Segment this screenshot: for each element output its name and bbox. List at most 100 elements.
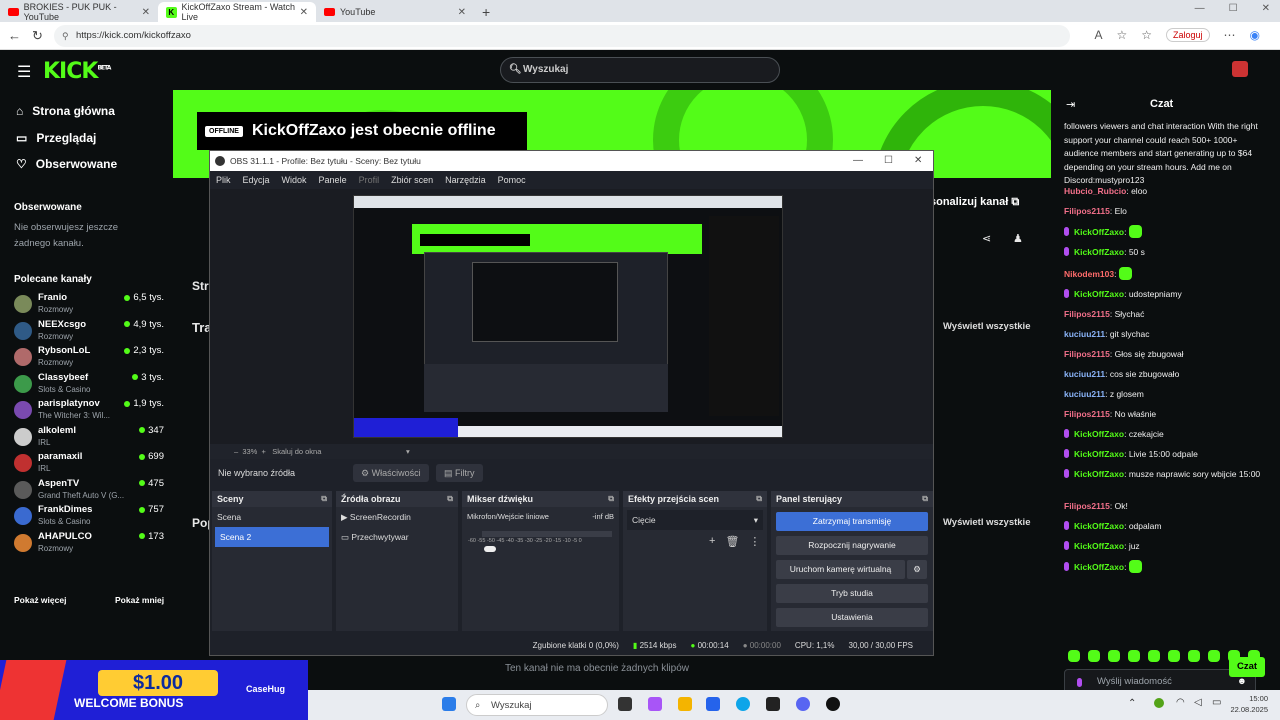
scene-item[interactable]: Scena bbox=[212, 507, 332, 527]
read-aloud-icon[interactable]: A bbox=[1094, 28, 1102, 42]
recommended-channel[interactable]: FrankDimes Slots & Casino 757 bbox=[14, 504, 164, 530]
properties-button[interactable]: ⚙ Właściwości bbox=[353, 464, 429, 482]
minimize-icon[interactable]: — bbox=[853, 151, 863, 171]
nav-following[interactable]: ♡ Obserwowane bbox=[16, 157, 117, 171]
close-tab-icon[interactable]: ✕ bbox=[142, 7, 150, 18]
obs-menu-item[interactable]: Plik bbox=[216, 171, 231, 189]
scene-item-selected[interactable]: Scena 2 bbox=[215, 527, 329, 547]
reload-icon[interactable]: ↻ bbox=[32, 28, 43, 44]
tray-chevron-icon[interactable]: ⌃ bbox=[1128, 698, 1136, 709]
emote-icon[interactable] bbox=[1168, 650, 1180, 662]
chat-username[interactable]: kuciuu211 bbox=[1064, 329, 1105, 339]
volume-slider[interactable] bbox=[484, 546, 496, 552]
source-item[interactable]: ▶ ScreenRecordin bbox=[336, 507, 458, 527]
chat-username[interactable]: KickOffZaxo bbox=[1074, 469, 1124, 479]
share-icon[interactable]: ⋖ bbox=[982, 232, 991, 245]
virtual-camera-settings-icon[interactable]: ⚙ bbox=[907, 560, 927, 579]
obs-menu-item[interactable]: Panele bbox=[319, 171, 347, 189]
browser-tab-youtube[interactable]: YouTube ✕ bbox=[316, 2, 474, 22]
kick-logo[interactable]: KICKBETA bbox=[43, 59, 111, 84]
recommended-channel[interactable]: Classybeef Slots & Casino 3 tys. bbox=[14, 372, 164, 398]
collapse-chat-icon[interactable]: ⇥ bbox=[1066, 98, 1075, 111]
zoom-out-icon[interactable]: – bbox=[234, 447, 238, 456]
user-avatar[interactable] bbox=[1232, 61, 1248, 77]
copilot-icon[interactable] bbox=[648, 697, 662, 711]
terminal-icon[interactable] bbox=[766, 697, 780, 711]
favorites-icon[interactable]: ☆ bbox=[1141, 28, 1152, 42]
chat-username[interactable]: KickOffZaxo bbox=[1074, 247, 1124, 257]
emote-icon[interactable] bbox=[1108, 650, 1120, 662]
task-view-icon[interactable] bbox=[618, 697, 632, 711]
personalize-channel-button[interactable]: sonalizuj kanał ⧉ bbox=[930, 196, 1019, 209]
login-button[interactable]: Zaloguj bbox=[1165, 28, 1210, 42]
recommended-channel[interactable]: Franio Rozmowy 6,5 tys. bbox=[14, 292, 164, 318]
wifi-icon[interactable]: ◠ bbox=[1176, 697, 1185, 708]
favorite-star-icon[interactable]: ☆ bbox=[1116, 28, 1127, 42]
nav-browse[interactable]: ▭ Przeglądaj bbox=[16, 131, 96, 145]
site-info-icon[interactable]: ⚲ bbox=[62, 25, 69, 47]
recommended-channel[interactable]: AspenTV Grand Theft Auto V (G... 475 bbox=[14, 478, 164, 504]
chat-username[interactable]: Filipos2115 bbox=[1064, 409, 1110, 419]
chat-username[interactable]: Filipos2115 bbox=[1064, 309, 1110, 319]
recommended-channel[interactable]: NEEXcsgo Rozmowy 4,9 tys. bbox=[14, 319, 164, 345]
browser-tab-youtube-brokies[interactable]: BROKIES - PUK PUK - YouTube ✕ bbox=[0, 2, 158, 22]
recommended-channel[interactable]: parisplatynov The Witcher 3: Wil... 1,9 … bbox=[14, 398, 164, 424]
maximize-icon[interactable]: ☐ bbox=[1229, 3, 1238, 14]
studio-mode-button[interactable]: Tryb studia bbox=[776, 584, 928, 603]
recommended-channel[interactable]: paramaxil IRL 699 bbox=[14, 451, 164, 477]
add-icon[interactable]: + bbox=[709, 535, 715, 548]
system-clock[interactable]: 15:00 22.08.2025 bbox=[1230, 693, 1268, 715]
windows-start-icon[interactable] bbox=[442, 697, 456, 711]
search-input[interactable]: 🔍︎ Wyszukaj bbox=[500, 57, 780, 83]
recommended-channel[interactable]: RybsonLoL Rozmowy 2,3 tys. bbox=[14, 345, 164, 371]
emote-icon[interactable] bbox=[1208, 650, 1220, 662]
chat-username[interactable]: Filipos2115 bbox=[1064, 206, 1110, 216]
chat-username[interactable]: KickOffZaxo bbox=[1074, 289, 1124, 299]
copilot-icon[interactable]: ◉ bbox=[1250, 28, 1260, 42]
store-icon[interactable] bbox=[706, 697, 720, 711]
obs-menu-item[interactable]: Pomoc bbox=[498, 171, 526, 189]
more-icon[interactable]: ⋯ bbox=[1224, 28, 1236, 42]
show-less-link[interactable]: Pokaż mniej bbox=[115, 592, 164, 608]
trash-icon[interactable]: 🗑︎ bbox=[725, 535, 739, 548]
close-tab-icon[interactable]: ✕ bbox=[300, 7, 308, 18]
battery-icon[interactable]: ▭ bbox=[1212, 697, 1221, 708]
close-icon[interactable]: ✕ bbox=[1262, 3, 1270, 14]
settings-button[interactable]: Ustawienia bbox=[776, 608, 928, 627]
close-icon[interactable]: ✕ bbox=[914, 151, 922, 171]
volume-icon[interactable]: ◁ bbox=[1194, 697, 1202, 708]
chat-username[interactable]: Filipos2115 bbox=[1064, 349, 1110, 359]
menu-icon[interactable]: ☰ bbox=[17, 62, 31, 82]
close-tab-icon[interactable]: ✕ bbox=[458, 7, 466, 18]
chat-username[interactable]: Hubcio_Rubcio bbox=[1064, 186, 1126, 196]
more-icon[interactable]: ⋮ bbox=[749, 535, 760, 548]
chat-username[interactable]: Filipos2115 bbox=[1064, 501, 1110, 511]
transition-select[interactable]: Cięcie ▾ bbox=[627, 510, 763, 530]
obs-menu-item[interactable]: Edycja bbox=[243, 171, 270, 189]
obs-menu-item[interactable]: Profil bbox=[359, 171, 380, 189]
start-virtual-camera-button[interactable]: Uruchom kamerę wirtualną ⚙ bbox=[776, 560, 927, 579]
back-icon[interactable]: ← bbox=[8, 28, 21, 43]
chat-username[interactable]: KickOffZaxo bbox=[1074, 521, 1124, 531]
obs-preview-canvas[interactable] bbox=[353, 195, 783, 438]
start-recording-button[interactable]: Rozpocznij nagrywanie bbox=[776, 536, 928, 555]
promo-banner[interactable]: $1.00 WELCOME BONUS CaseHug bbox=[0, 660, 308, 720]
recommended-channel[interactable]: alkoleml IRL 347 bbox=[14, 425, 164, 451]
emote-icon[interactable] bbox=[1128, 650, 1140, 662]
recommended-channel[interactable]: AHAPULCO Rozmowy 173 bbox=[14, 531, 164, 557]
emote-icon[interactable] bbox=[1088, 650, 1100, 662]
nav-home[interactable]: ⌂ Strona główna bbox=[16, 104, 115, 118]
chat-send-button[interactable]: Czat bbox=[1229, 657, 1265, 677]
chat-username[interactable]: KickOffZaxo bbox=[1074, 429, 1124, 439]
file-explorer-icon[interactable] bbox=[678, 697, 692, 711]
chat-username[interactable]: Nikodem103 bbox=[1064, 269, 1114, 279]
show-all-link[interactable]: Wyświetl wszystkie bbox=[943, 321, 1030, 332]
tray-app-icon[interactable] bbox=[1154, 698, 1164, 708]
obs-taskbar-icon[interactable] bbox=[826, 697, 840, 711]
show-more-link[interactable]: Pokaż więcej bbox=[14, 592, 66, 608]
zoom-in-icon[interactable]: + bbox=[262, 447, 266, 456]
chat-username[interactable]: KickOffZaxo bbox=[1074, 562, 1124, 572]
maximize-icon[interactable]: ☐ bbox=[884, 151, 893, 171]
chat-username[interactable]: KickOffZaxo bbox=[1074, 541, 1124, 551]
chevron-down-icon[interactable]: ▾ bbox=[406, 444, 410, 459]
